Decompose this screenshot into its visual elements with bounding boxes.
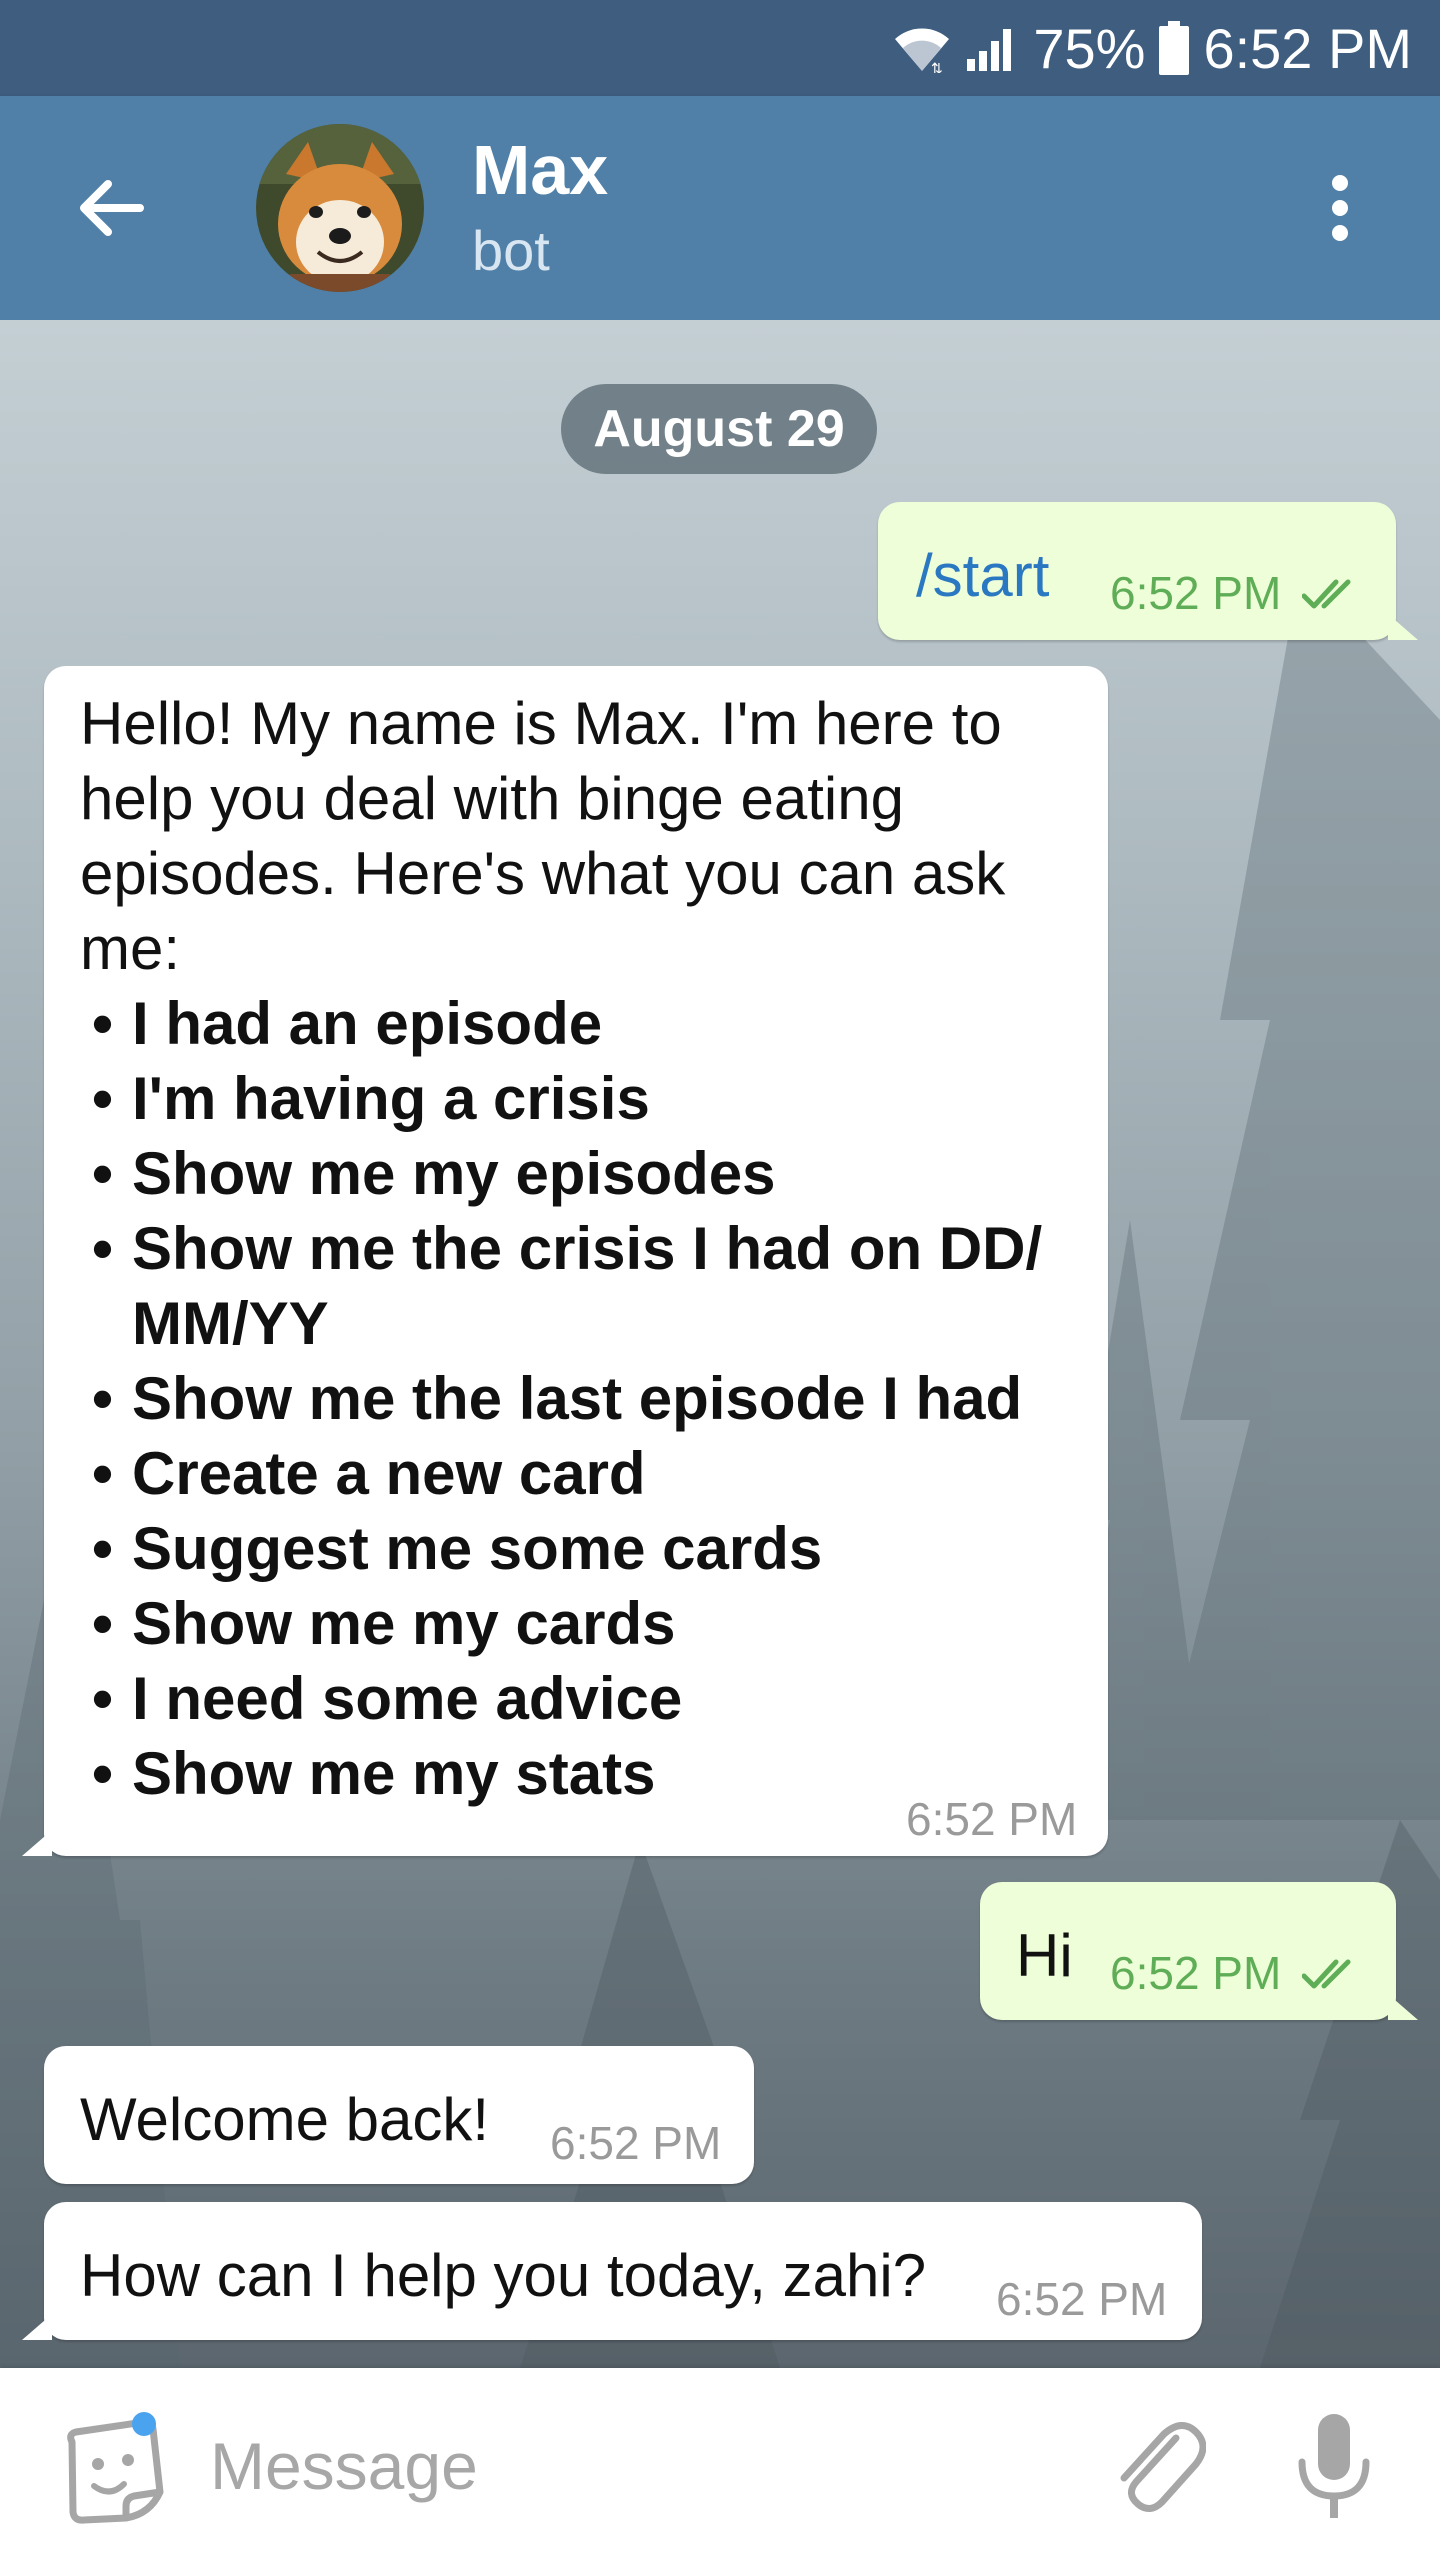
telegram-chat-screen: ⇅ 75% 6:52 PM Max bot August 29 /start 6…	[0, 0, 1440, 2560]
message-text: How can I help you today, zahi?	[80, 2242, 927, 2309]
command-list-item: I had an episode	[80, 986, 1080, 1061]
message-composer	[0, 2368, 1440, 2560]
message-text: Welcome back!	[80, 2086, 490, 2153]
sticker-button[interactable]	[54, 2412, 170, 2528]
double-check-icon	[1302, 579, 1351, 609]
message-time: 6:52 PM	[1110, 567, 1282, 619]
date-separator: August 29	[561, 384, 877, 474]
attach-button[interactable]	[1106, 2410, 1207, 2520]
command-list-item: Show me my cards	[80, 1586, 1080, 1661]
bot-command-link[interactable]: /start	[916, 538, 1049, 613]
message-time: 6:52 PM	[1110, 1947, 1282, 1999]
message-time: 6:52 PM	[906, 1793, 1078, 1845]
message-incoming-question[interactable]: How can I help you today, zahi? 6:52 PM	[22, 2202, 1202, 2340]
command-list-item: Show me the last episode I had	[80, 1361, 1080, 1436]
signal-icon	[965, 23, 1019, 73]
arrow-left-icon	[80, 180, 144, 236]
help-intro: Hello! My name is Max. I'm here to help …	[80, 690, 1006, 982]
message-time: 6:52 PM	[996, 2273, 1168, 2325]
help-message-body: Hello! My name is Max. I'm here to help …	[80, 686, 1080, 1811]
paperclip-icon	[1120, 2422, 1207, 2512]
command-list-item: Create a new card	[80, 1436, 1080, 1511]
svg-text:⇅: ⇅	[931, 60, 943, 73]
back-button[interactable]	[60, 168, 160, 248]
message-time: 6:52 PM	[550, 2117, 722, 2169]
microphone-icon	[1298, 2414, 1370, 2518]
wifi-icon: ⇅	[893, 23, 951, 73]
sticker-icon	[67, 2412, 164, 2524]
command-list-item: I'm having a crisis	[80, 1061, 1080, 1136]
command-list: I had an episode I'm having a crisis Sho…	[80, 986, 1080, 1811]
status-bar: ⇅ 75% 6:52 PM	[0, 0, 1440, 96]
status-indicators: ⇅ 75% 6:52 PM	[893, 12, 1412, 84]
message-outgoing-hi[interactable]: Hi 6:52 PM	[980, 1882, 1418, 2020]
command-list-item: I need some advice	[80, 1661, 1080, 1736]
command-list-item: Show me my episodes	[80, 1136, 1080, 1211]
double-check-icon	[1302, 1959, 1351, 1989]
message-outgoing-start[interactable]: /start 6:52 PM	[878, 502, 1418, 640]
message-incoming-welcome[interactable]: Welcome back! 6:52 PM	[44, 2046, 754, 2184]
command-list-item: Suggest me some cards	[80, 1511, 1080, 1586]
message-list[interactable]: August 29 /start 6:52 PM Hello! My name …	[0, 320, 1440, 2368]
battery-icon	[1159, 21, 1190, 75]
more-vertical-icon	[1332, 175, 1348, 241]
chat-subtitle: bot	[472, 219, 550, 282]
battery-percent: 75%	[1033, 16, 1146, 80]
status-time: 6:52 PM	[1203, 16, 1412, 80]
message-text: Hi	[1016, 1922, 1073, 1989]
message-input[interactable]	[210, 2414, 1030, 2518]
avatar[interactable]	[256, 124, 424, 292]
voice-record-button[interactable]	[1294, 2410, 1374, 2522]
chat-header: Max bot	[0, 96, 1440, 320]
message-incoming-help[interactable]: Hello! My name is Max. I'm here to help …	[22, 666, 1108, 1856]
chat-title: Max	[472, 131, 609, 209]
more-options-button[interactable]	[1300, 156, 1380, 260]
dog-avatar-image	[256, 124, 424, 292]
command-list-item: Show me the crisis I had on DD/ MM/YY	[80, 1211, 1080, 1361]
